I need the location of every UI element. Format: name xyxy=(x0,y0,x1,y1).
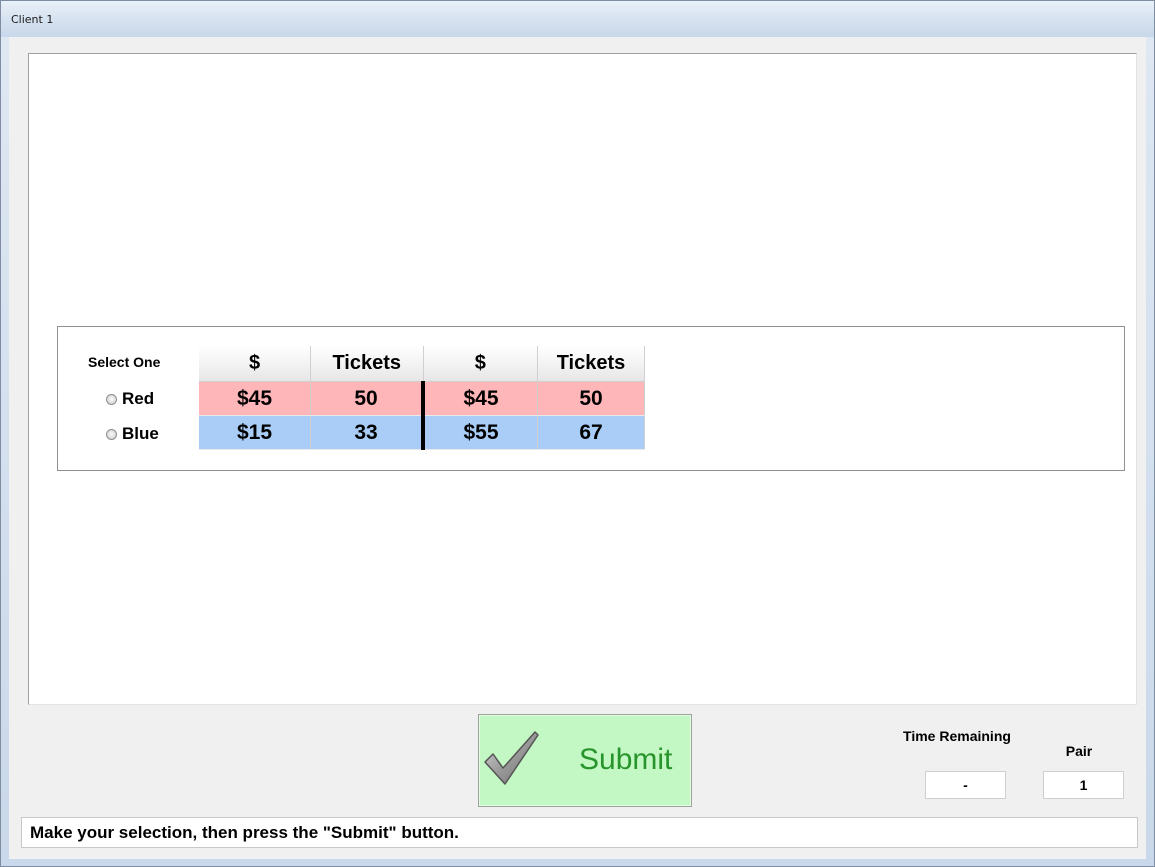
option-blue-label: Blue xyxy=(122,424,159,443)
pair-field: 1 xyxy=(1043,771,1124,799)
table-header-row: $ Tickets $ Tickets xyxy=(199,346,645,382)
submit-button[interactable]: Submit xyxy=(478,714,692,807)
table-cell: $15 xyxy=(199,415,311,450)
pair-label: Pair xyxy=(1065,743,1093,759)
select-one-label: Select One xyxy=(88,354,161,370)
status-bar: Make your selection, then press the "Sub… xyxy=(21,817,1138,848)
time-remaining-label: Time Remaining xyxy=(903,728,1011,744)
header-cell: Tickets xyxy=(310,346,424,382)
client-area: Select One Red Blue $ Tickets $ Tickets xyxy=(9,37,1146,859)
app-window: Client 1 Select One Red Blue $ Tickets $… xyxy=(0,0,1155,867)
option-red-label: Red xyxy=(122,389,155,408)
table-cell: $45 xyxy=(199,381,311,416)
option-red[interactable]: Red xyxy=(106,389,154,409)
time-remaining-field: - xyxy=(925,771,1006,799)
main-panel: Select One Red Blue $ Tickets $ Tickets xyxy=(28,53,1137,705)
table-cell: 33 xyxy=(310,415,424,450)
option-blue[interactable]: Blue xyxy=(106,424,159,444)
header-cell: $ xyxy=(423,346,538,382)
radio-red[interactable] xyxy=(106,393,117,405)
title-bar: Client 1 xyxy=(1,1,1154,37)
options-table: $ Tickets $ Tickets $45 50 $45 50 $15 33 xyxy=(199,346,645,450)
table-cell: $55 xyxy=(421,415,538,450)
choice-box: Select One Red Blue $ Tickets $ Tickets xyxy=(57,326,1125,471)
table-cell: 50 xyxy=(310,381,424,416)
table-row-blue: $15 33 $55 67 xyxy=(199,415,645,450)
table-row-red: $45 50 $45 50 xyxy=(199,381,645,416)
table-cell: $45 xyxy=(421,381,538,416)
header-cell: $ xyxy=(199,346,311,382)
submit-label: Submit xyxy=(579,743,673,776)
table-cell: 50 xyxy=(537,381,645,416)
window-title: Client 1 xyxy=(11,13,54,26)
table-cell: 67 xyxy=(537,415,645,450)
checkmark-icon xyxy=(484,731,539,785)
radio-blue[interactable] xyxy=(106,428,117,440)
header-cell: Tickets xyxy=(537,346,645,382)
